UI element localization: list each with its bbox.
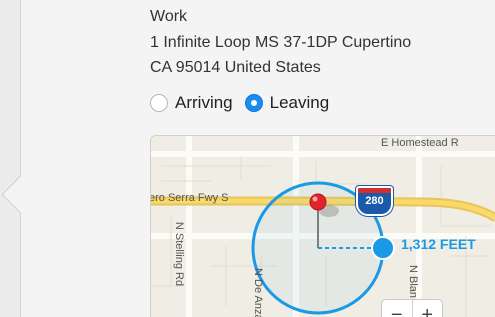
leaving-label: Leaving: [269, 93, 330, 112]
street-label-homestead: E Homestead R: [381, 137, 459, 149]
street-label-serra: ero Serra Fwy S: [150, 192, 229, 204]
street-label-stelling: N Stelling Rd: [173, 221, 186, 287]
address-line-1: 1 Infinite Loop MS 37-1DP Cupertino: [150, 34, 412, 51]
radius-label: 1,312 FEET: [401, 236, 476, 252]
zoom-out-button[interactable]: −: [382, 300, 412, 317]
map-background: [151, 136, 495, 317]
interstate-shield-icon: 280: [356, 186, 393, 216]
radius-drag-handle[interactable]: [371, 236, 395, 260]
zoom-in-button[interactable]: +: [411, 300, 443, 317]
arriving-radio[interactable]: [150, 94, 168, 112]
street-label-de-anza: N De Anza: [252, 268, 264, 317]
location-name: Work: [150, 8, 188, 25]
interstate-number: 280: [365, 195, 384, 207]
zoom-control: − +: [381, 299, 443, 317]
trigger-radio-group: Arriving Leaving: [150, 91, 341, 115]
arriving-option[interactable]: Arriving: [150, 93, 233, 113]
leaving-radio[interactable]: [244, 94, 263, 112]
leaving-option[interactable]: Leaving: [244, 93, 330, 113]
arriving-label: Arriving: [175, 93, 233, 112]
street-label-blaney: N Blan: [407, 265, 419, 299]
map-view[interactable]: E Homestead R ero Serra Fwy S N Stelling…: [150, 135, 495, 317]
location-pin-icon: [309, 193, 327, 211]
address-line-2: CA 95014 United States: [150, 59, 321, 76]
